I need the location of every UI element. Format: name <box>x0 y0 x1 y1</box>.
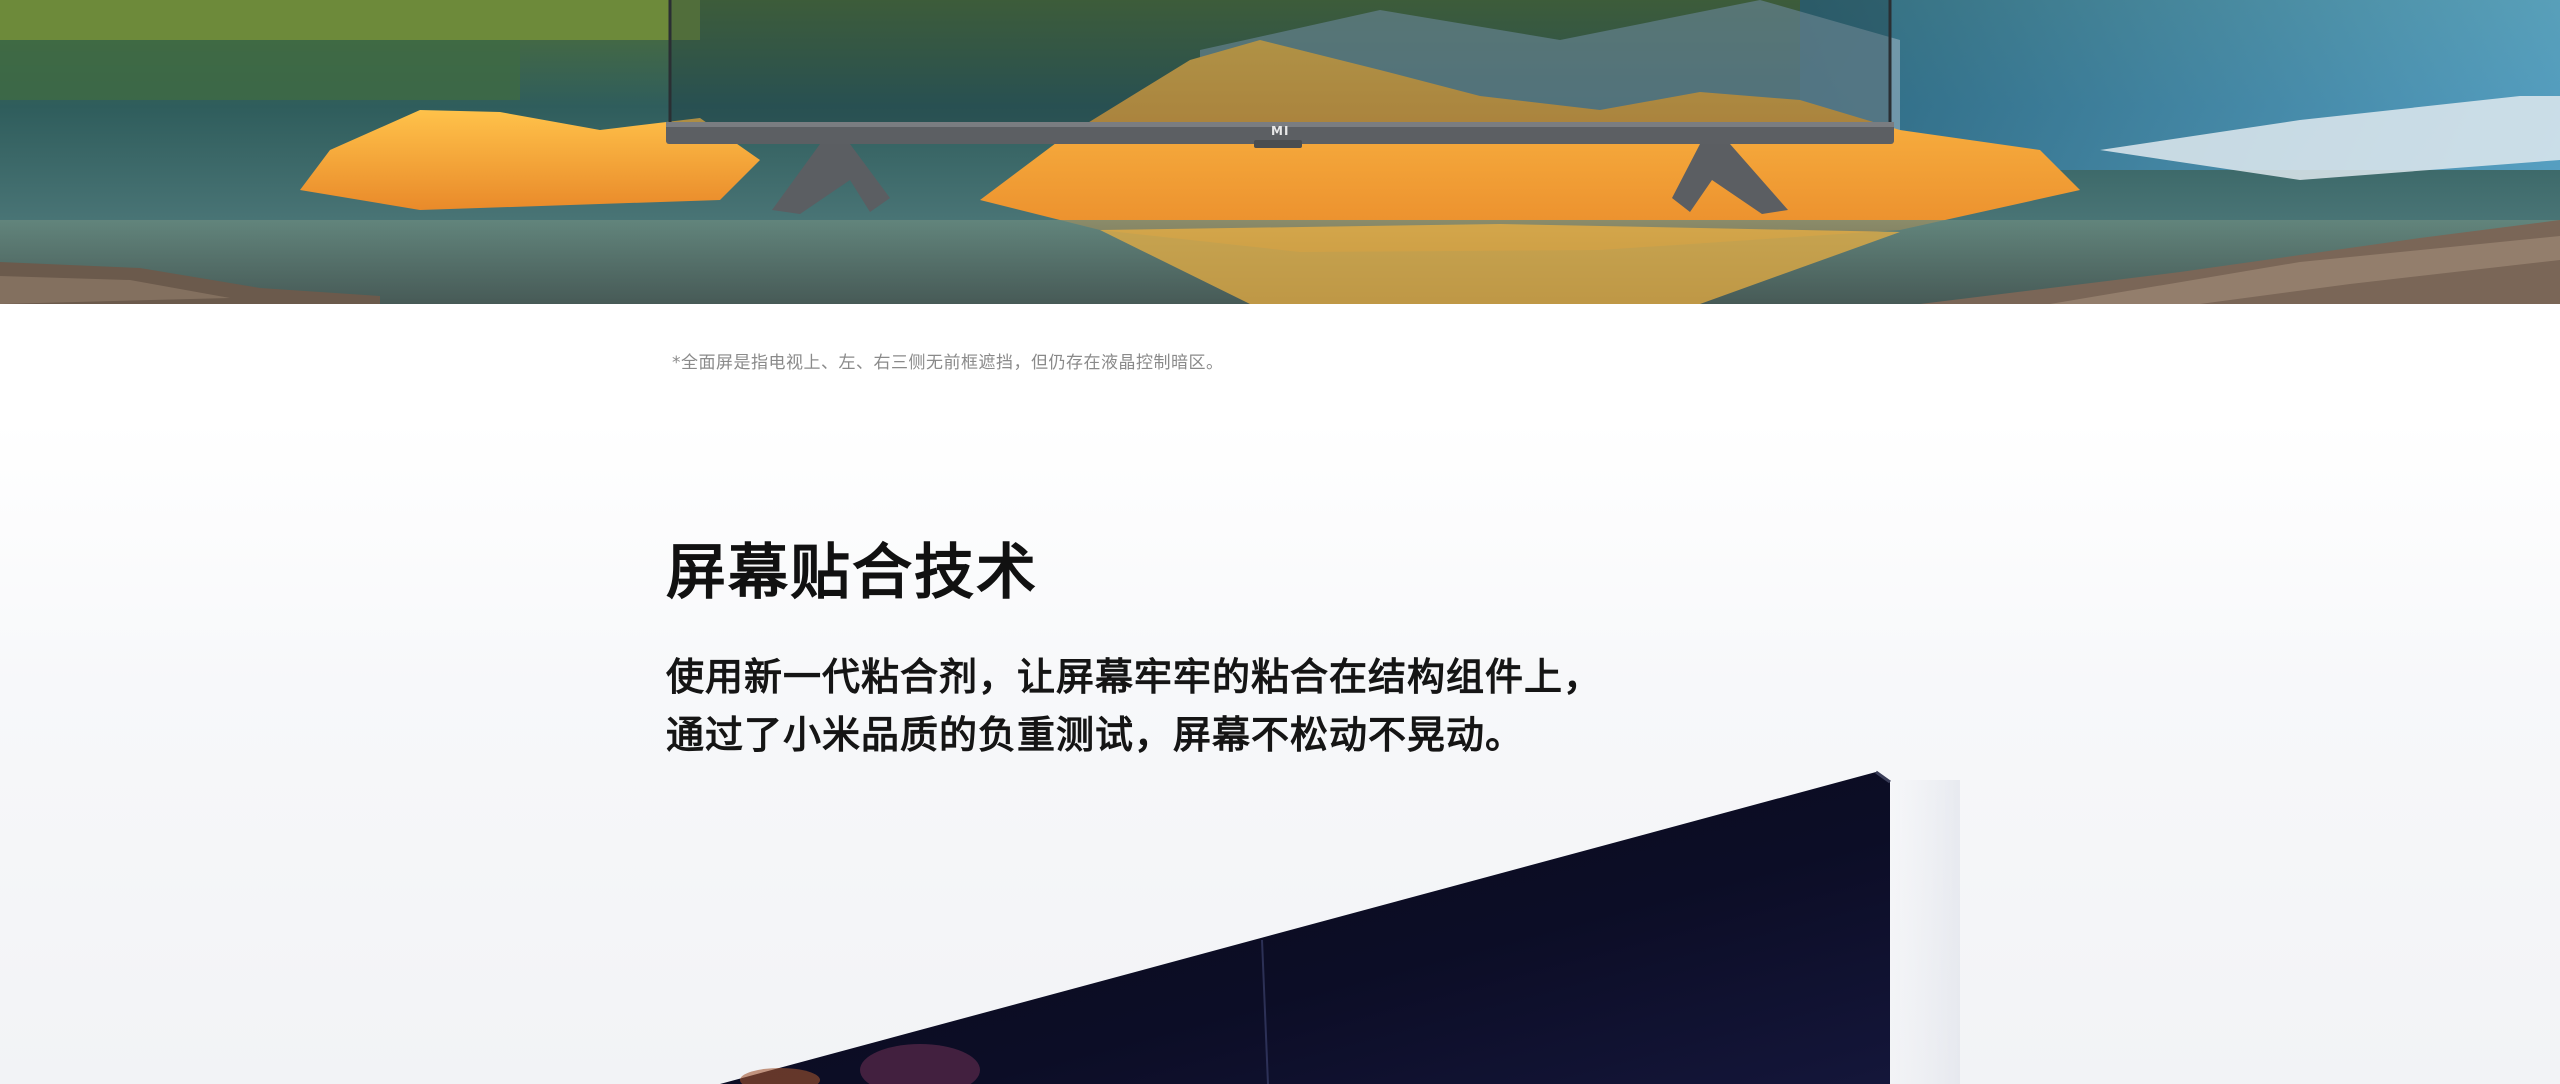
feature-description-line-1: 使用新一代粘合剂，让屏幕牢牢的粘合在结构组件上， <box>666 655 1603 699</box>
feature-title: 屏幕贴合技术 <box>666 538 1038 608</box>
feature-description: 使用新一代粘合剂，让屏幕牢牢的粘合在结构组件上， 通过了小米品质的负重测试，屏幕… <box>666 648 1602 764</box>
angled-tv-panel <box>720 770 1960 1084</box>
feature-description-line-2: 通过了小米品质的负重测试，屏幕不松动不晃动。 <box>666 713 1525 757</box>
